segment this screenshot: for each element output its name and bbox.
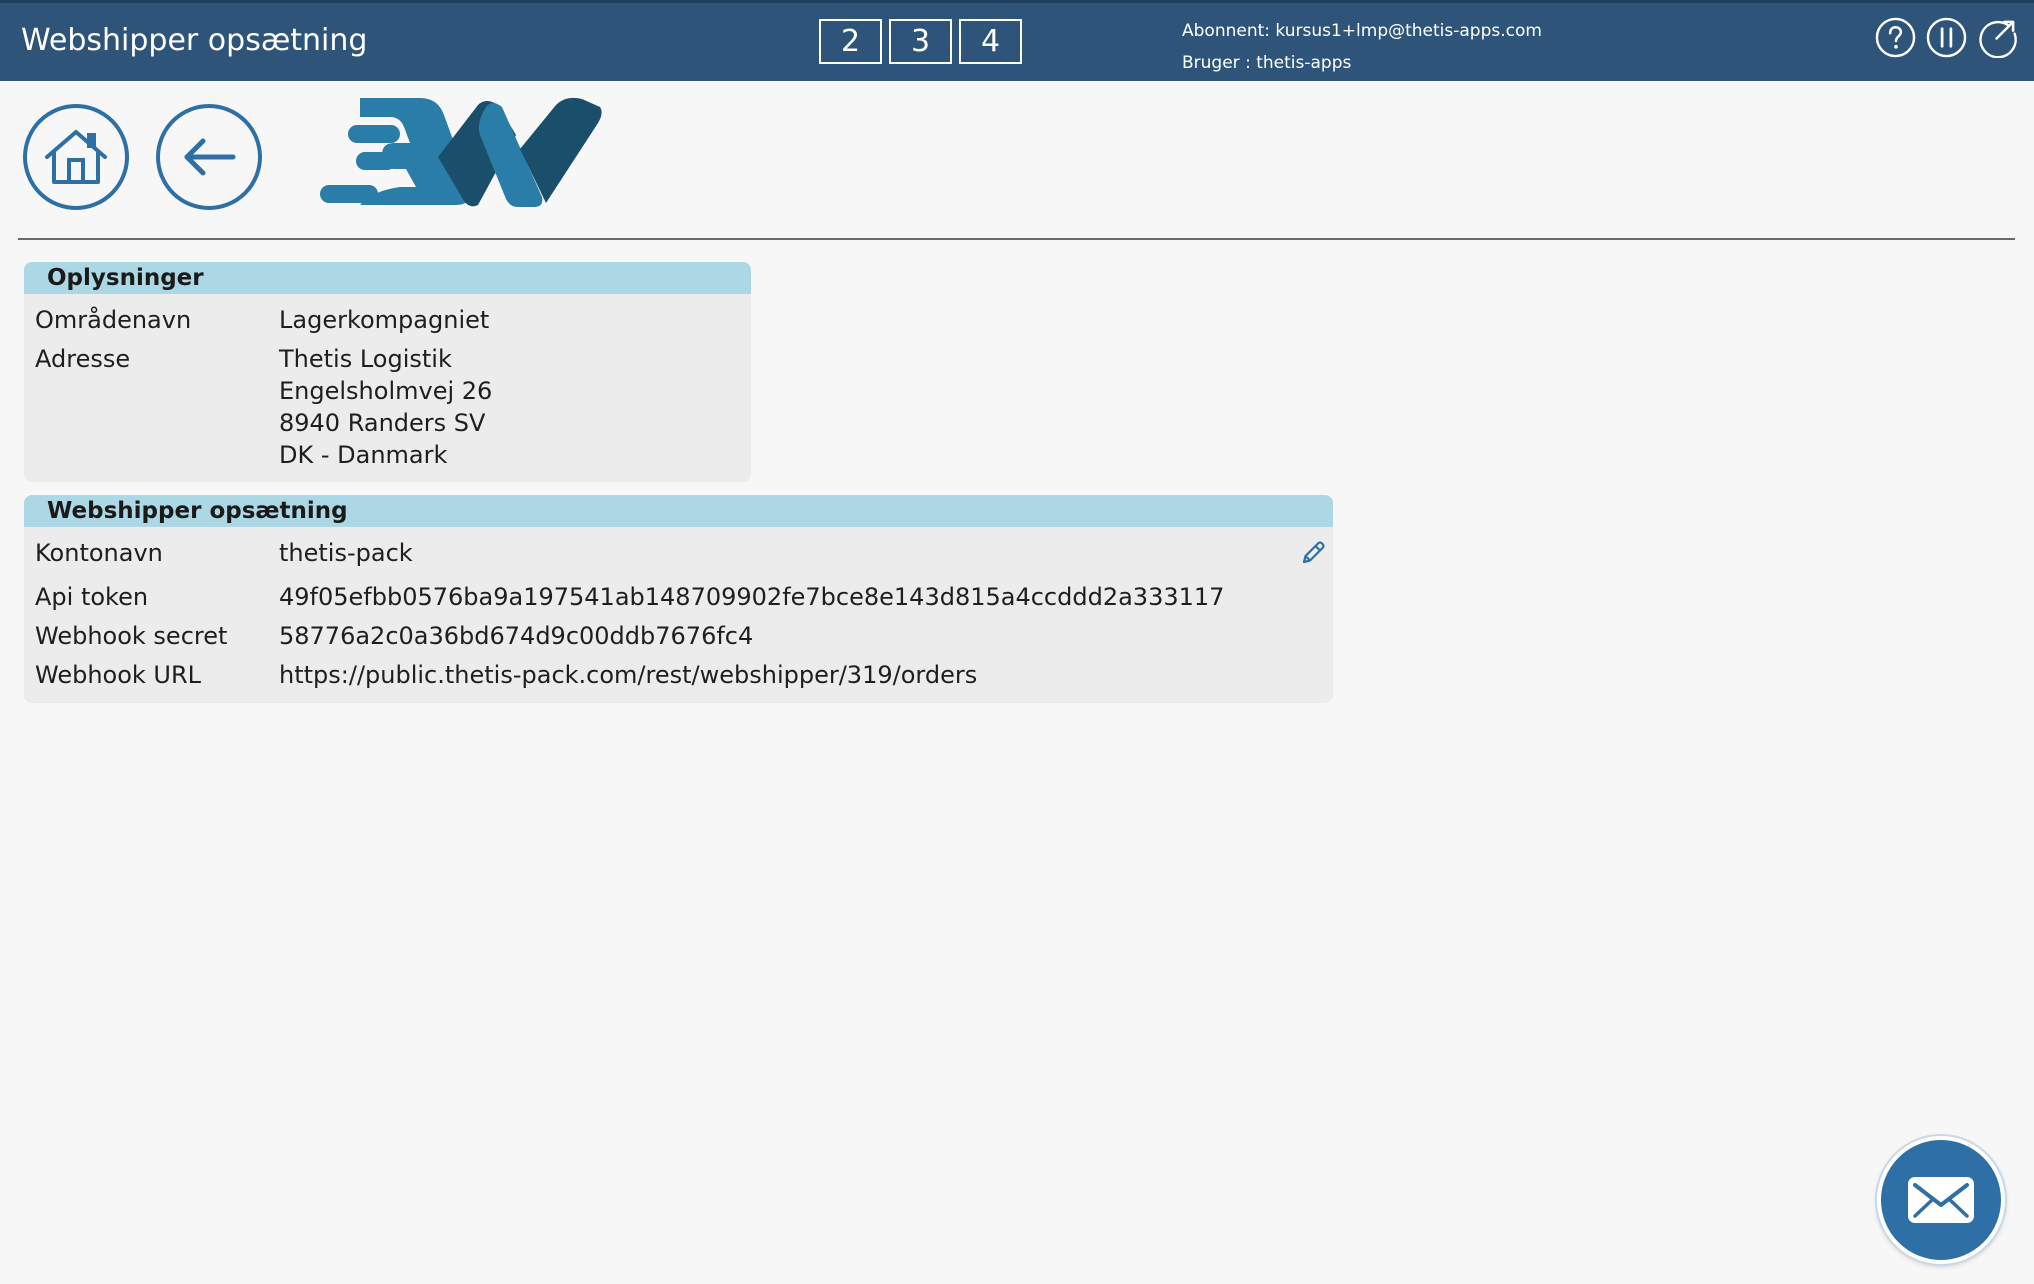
toolbar-divider <box>18 238 2015 240</box>
pencil-icon[interactable] <box>1299 539 1327 567</box>
step-button-3[interactable]: 3 <box>889 19 952 64</box>
step-button-4[interactable]: 4 <box>959 19 1022 64</box>
api-token-value: 49f05efbb0576ba9a197541ab148709902fe7bce… <box>279 583 1225 611</box>
user-text: Bruger : thetis-apps <box>1182 53 1352 73</box>
webshipper-logo <box>320 97 602 207</box>
area-value: Lagerkompagniet <box>279 306 490 334</box>
page-title: Webshipper opsætning <box>21 23 368 58</box>
api-token-label: Api token <box>35 583 149 611</box>
info-panel-title: Oplysninger <box>24 262 751 294</box>
home-button[interactable] <box>23 104 129 210</box>
account-name-value: thetis-pack <box>279 539 413 567</box>
info-panel: Oplysninger Områdenavn Lagerkompagniet A… <box>24 262 751 482</box>
home-icon <box>45 130 107 184</box>
area-label: Områdenavn <box>35 306 192 334</box>
address-line: 8940 Randers SV <box>279 409 486 437</box>
back-button[interactable] <box>156 104 262 210</box>
user-info: Abonnent: kursus1+lmp@thetis-apps.com Br… <box>1182 15 1542 79</box>
address-line: Thetis Logistik <box>279 345 452 373</box>
address-value: Thetis Logistik Engelsholmvej 26 8940 Ra… <box>279 343 492 471</box>
header-actions <box>1875 17 2018 58</box>
step-buttons: 2 3 4 <box>819 19 1022 64</box>
envelope-icon <box>1908 1177 1974 1223</box>
address-label: Adresse <box>35 345 131 373</box>
account-name-label: Kontonavn <box>35 539 163 567</box>
pause-icon[interactable] <box>1926 17 1967 58</box>
address-line: DK - Danmark <box>279 441 448 469</box>
webhook-secret-value: 58776a2c0a36bd674d9c00ddb7676fc4 <box>279 622 754 650</box>
address-line: Engelsholmvej 26 <box>279 377 493 405</box>
webshipper-setup-panel: Webshipper opsætning Kontonavn thetis-pa… <box>24 495 1333 703</box>
webhook-secret-label: Webhook secret <box>35 622 228 650</box>
message-button[interactable] <box>1877 1136 2005 1264</box>
subscriber-text: Abonnent: kursus1+lmp@thetis-apps.com <box>1182 21 1542 41</box>
arrow-left-icon <box>184 138 236 176</box>
help-icon[interactable] <box>1875 17 1916 58</box>
open-external-icon[interactable] <box>1977 17 2018 58</box>
step-button-2[interactable]: 2 <box>819 19 882 64</box>
webhook-url-label: Webhook URL <box>35 661 202 689</box>
webhook-url-value: https://public.thetis-pack.com/rest/webs… <box>279 661 978 689</box>
setup-panel-title: Webshipper opsætning <box>24 495 1333 527</box>
top-bar: Webshipper opsætning 2 3 4 Abonnent: kur… <box>0 0 2034 81</box>
